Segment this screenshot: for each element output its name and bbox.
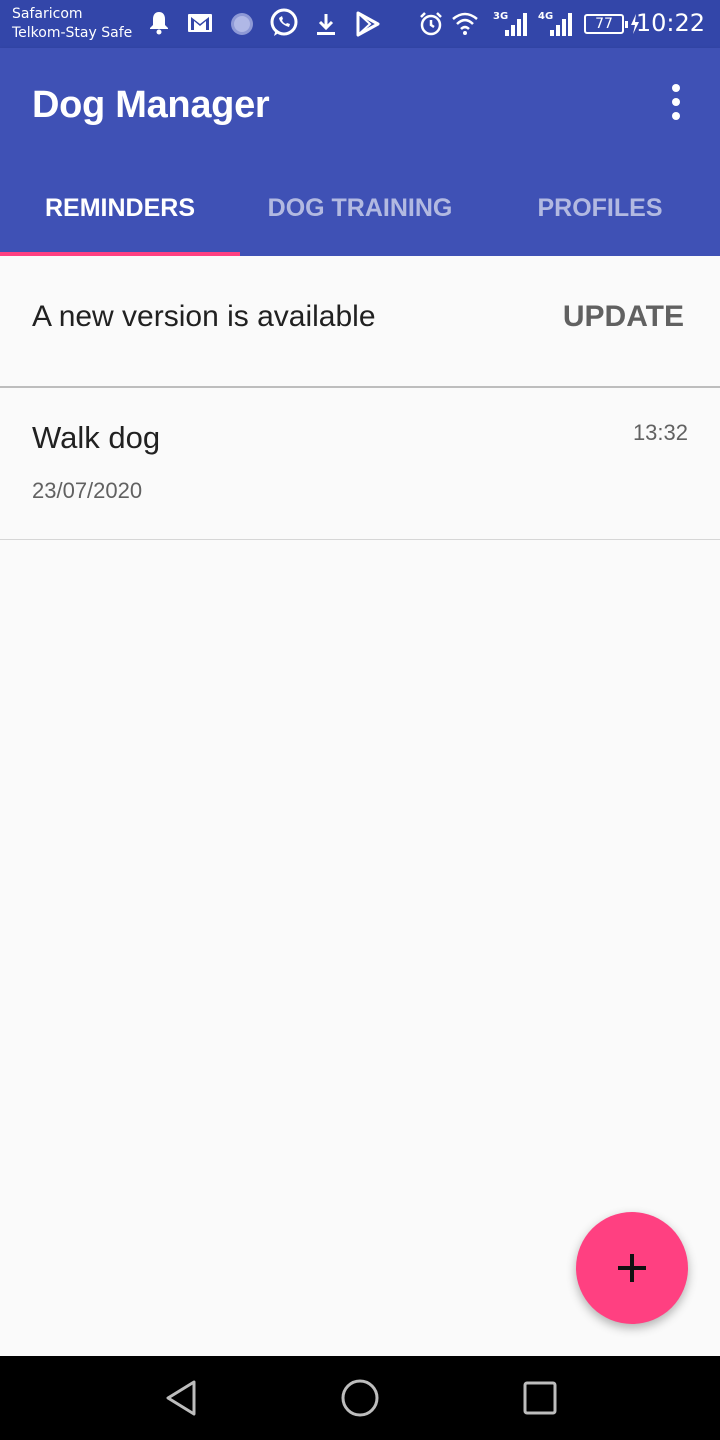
reminder-title: Walk dog: [32, 420, 161, 455]
carrier-2: Telkom-Stay Safe: [12, 25, 133, 41]
navigation-bar: [0, 1356, 720, 1440]
bell-icon: [150, 12, 168, 35]
gmail-icon: [188, 14, 212, 32]
signal-3g-icon: [505, 13, 527, 36]
app-title: Dog Manager: [32, 84, 270, 126]
tab-bar: REMINDERS DOG TRAINING PROFILES: [0, 160, 720, 256]
app-bar: Dog Manager REMINDERS DOG TRAINING PROFI…: [0, 48, 720, 256]
loading-circle-icon: [231, 13, 253, 35]
status-time: 10:22: [635, 9, 705, 37]
update-banner: A new version is available UPDATE: [0, 256, 720, 388]
carrier-1: Safaricom: [12, 6, 83, 22]
list-item[interactable]: Walk dog 23/07/2020 13:32: [0, 390, 720, 540]
tab-dog-training[interactable]: DOG TRAINING: [240, 160, 480, 256]
overflow-menu-icon[interactable]: [660, 84, 692, 124]
plus-icon: [618, 1254, 646, 1282]
signal-4g-icon: [550, 13, 572, 36]
carrier-names: Safaricom Telkom-Stay Safe: [12, 5, 132, 43]
recents-square-icon[interactable]: [520, 1378, 560, 1418]
reminder-date: 23/07/2020: [32, 478, 143, 503]
back-triangle-icon[interactable]: [162, 1378, 200, 1418]
tab-profiles[interactable]: PROFILES: [480, 160, 720, 256]
reminder-time: 13:32: [632, 420, 688, 445]
play-store-icon: [356, 11, 380, 37]
whatsapp-icon: [270, 8, 298, 36]
update-banner-text: A new version is available: [32, 300, 376, 333]
battery-level: 77: [584, 14, 628, 34]
download-icon: [317, 14, 335, 35]
wifi-icon: [452, 12, 478, 35]
tab-reminders[interactable]: REMINDERS: [0, 160, 240, 256]
add-reminder-button[interactable]: [576, 1212, 688, 1324]
update-button[interactable]: UPDATE: [563, 300, 684, 334]
status-bar: Safaricom Telkom-Stay Safe 3G 4G 77 10:2…: [0, 0, 720, 48]
alarm-icon: [420, 12, 442, 36]
home-circle-icon[interactable]: [340, 1378, 380, 1418]
